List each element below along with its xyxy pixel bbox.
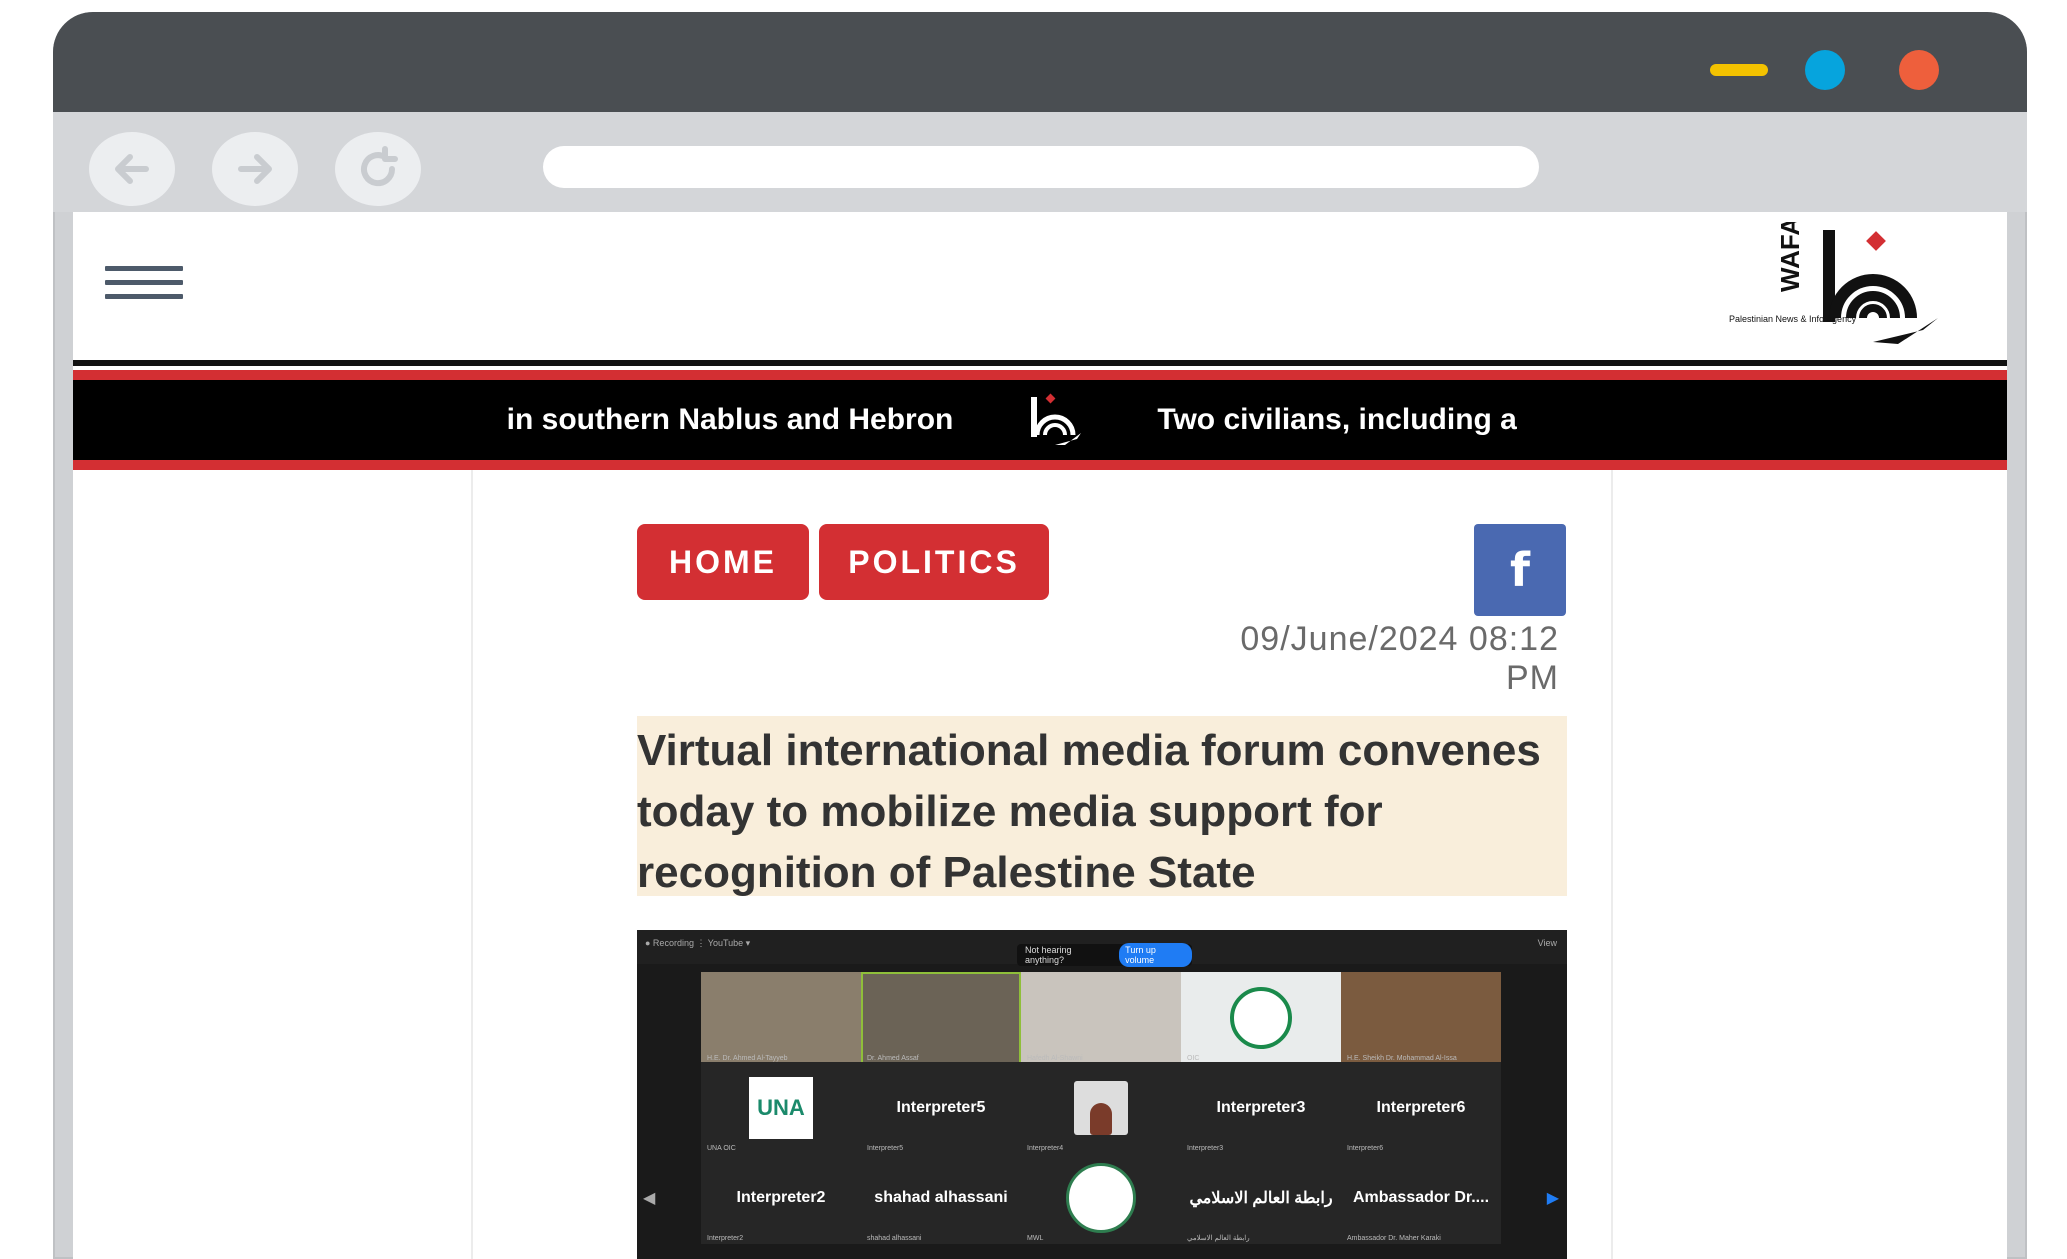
article-headline-box: Virtual international media forum conven… (637, 716, 1567, 897)
participant-caption: Interpreter5 (867, 1145, 904, 1152)
ticker-item[interactable]: nds in southern Nablus and Hebron (503, 403, 953, 437)
participant-caption: Ambassador Dr. Maher Karaki (1347, 1235, 1441, 1242)
minimize-icon[interactable] (1710, 64, 1768, 76)
maximize-icon[interactable] (1805, 50, 1845, 90)
arrow-left-icon (115, 154, 149, 184)
volume-notice-text: Not hearing anything? (1025, 945, 1072, 965)
ticker-red-rule (73, 460, 2007, 470)
browser-window: WAFA Palestinian News & Info Agency nds … (53, 12, 2027, 1259)
header-red-rule (73, 370, 2007, 380)
reload-button[interactable] (335, 132, 421, 206)
breadcrumb-home-button[interactable]: HOME (637, 524, 809, 600)
participant-caption: Interpreter6 (1347, 1145, 1384, 1152)
participant-tile[interactable]: Interpreter2 Interpreter2 (701, 1152, 861, 1244)
participant-tile[interactable]: Interpreter4 (1021, 1062, 1181, 1154)
participant-tile[interactable]: Hafedh Al-Shawni (1021, 972, 1181, 1064)
arrow-right-icon (238, 154, 272, 184)
browser-toolbar (53, 112, 2027, 212)
participant-caption: UNA OIC (707, 1145, 736, 1152)
close-icon[interactable] (1899, 50, 1939, 90)
reload-icon (361, 146, 398, 187)
ticker-window: nds in southern Nablus and Hebron Two ci… (503, 380, 1655, 460)
participant-name: Ambassador Dr.... (1352, 1189, 1490, 1206)
recording-indicator: ● Recording ⋮ YouTube ▾ (645, 938, 751, 948)
participant-name: UNA (749, 1077, 813, 1139)
participant-caption: Interpreter2 (707, 1235, 744, 1242)
grid-next-icon[interactable]: ▶ (1547, 1188, 1559, 1208)
participant-tile[interactable]: رابطة العالم الاسلامي رابطة العالم الاسلا… (1181, 1152, 1341, 1244)
forward-button[interactable] (212, 132, 298, 206)
address-bar[interactable] (543, 146, 1539, 188)
participant-tile[interactable]: Ambassador Dr.... Ambassador Dr. Maher Ka… (1341, 1152, 1501, 1244)
back-button[interactable] (89, 132, 175, 206)
ticker-item[interactable]: Two civilians, including a (1157, 403, 1517, 437)
column-divider (1611, 470, 1613, 1259)
logo-subtitle: Palestinian News & Info Agency (1729, 314, 1857, 324)
video-toolbar: ● Recording ⋮ YouTube ▾ Not hearing anyt… (637, 930, 1567, 967)
participant-name: Interpreter3 (1216, 1099, 1306, 1116)
participant-caption: H.E. Dr. Ahmed Al-Tayyeb (707, 1055, 788, 1062)
site-header: WAFA Palestinian News & Info Agency (73, 212, 2007, 360)
participant-caption: Interpreter4 (1027, 1145, 1064, 1152)
facebook-icon: f (1509, 543, 1530, 597)
article-image-video-conference[interactable]: ● Recording ⋮ YouTube ▾ Not hearing anyt… (637, 930, 1567, 1259)
participant-tile[interactable]: OIC (1181, 972, 1341, 1064)
turn-up-volume-button[interactable]: Turn up volume (1119, 943, 1192, 967)
page-viewport: WAFA Palestinian News & Info Agency nds … (73, 212, 2007, 1259)
mwl-globe-icon (1066, 1163, 1136, 1233)
breadcrumb-politics-button[interactable]: POLITICS (819, 524, 1049, 600)
facebook-share-button[interactable]: f (1474, 524, 1566, 616)
participant-name: Interpreter5 (896, 1099, 986, 1116)
column-divider (471, 470, 473, 1259)
participant-tile[interactable]: MWL (1021, 1152, 1181, 1244)
article-headline: Virtual international media forum conven… (637, 726, 1541, 897)
participant-caption: OIC (1187, 1055, 1200, 1062)
view-button[interactable]: View (1538, 938, 1557, 948)
wafa-logo[interactable]: WAFA Palestinian News & Info Agency (1723, 222, 1953, 352)
participant-tile[interactable]: H.E. Dr. Ahmed Al-Tayyeb (701, 972, 861, 1064)
article-card: HOME POLITICS f 09/June/2024 08:12 PM Vi… (509, 470, 1576, 1259)
header-rule (73, 360, 2007, 366)
participant-tile[interactable]: shahad alhassani shahad alhassani (861, 1152, 1021, 1244)
participant-caption: MWL (1027, 1235, 1044, 1242)
volume-notice: Not hearing anything? Turn up volume (1017, 943, 1192, 967)
participant-caption: رابطة العالم الاسلامي (1187, 1235, 1250, 1242)
participant-caption: Hafedh Al-Shawni (1027, 1055, 1083, 1062)
participant-name: shahad alhassani (874, 1189, 1008, 1206)
participant-tile[interactable]: Interpreter5 Interpreter5 (861, 1062, 1021, 1154)
logo-wafa-text: WAFA (1775, 222, 1805, 292)
participant-name: Interpreter6 (1376, 1099, 1466, 1116)
participant-tile[interactable]: Interpreter3 Interpreter3 (1181, 1062, 1341, 1154)
participant-caption: shahad alhassani (867, 1235, 922, 1242)
news-ticker: nds in southern Nablus and Hebron Two ci… (73, 380, 2007, 460)
wafa-mark-icon (1031, 393, 1082, 445)
participant-tile[interactable]: UNA UNA OIC (701, 1062, 861, 1154)
grid-prev-icon[interactable]: ◀ (643, 1188, 655, 1208)
participant-name: Interpreter2 (736, 1189, 826, 1206)
participant-caption: Dr. Ahmed Assaf (867, 1055, 919, 1062)
oic-globe-icon (1230, 987, 1292, 1049)
participant-caption: Interpreter3 (1187, 1145, 1224, 1152)
participant-name: رابطة العالم الاسلامي (1189, 1190, 1333, 1207)
article-date: 09/June/2024 08:12 PM (1240, 620, 1559, 697)
participant-caption: H.E. Sheikh Dr. Mohammad Al-Issa (1347, 1055, 1457, 1062)
participant-tile[interactable]: Dr. Ahmed Assaf (861, 972, 1021, 1064)
participant-tile[interactable]: H.E. Sheikh Dr. Mohammad Al-Issa (1341, 972, 1501, 1064)
hamburger-menu-icon[interactable] (105, 266, 183, 308)
title-bar (53, 12, 2027, 112)
participant-tile[interactable]: Interpreter6 Interpreter6 (1341, 1062, 1501, 1154)
